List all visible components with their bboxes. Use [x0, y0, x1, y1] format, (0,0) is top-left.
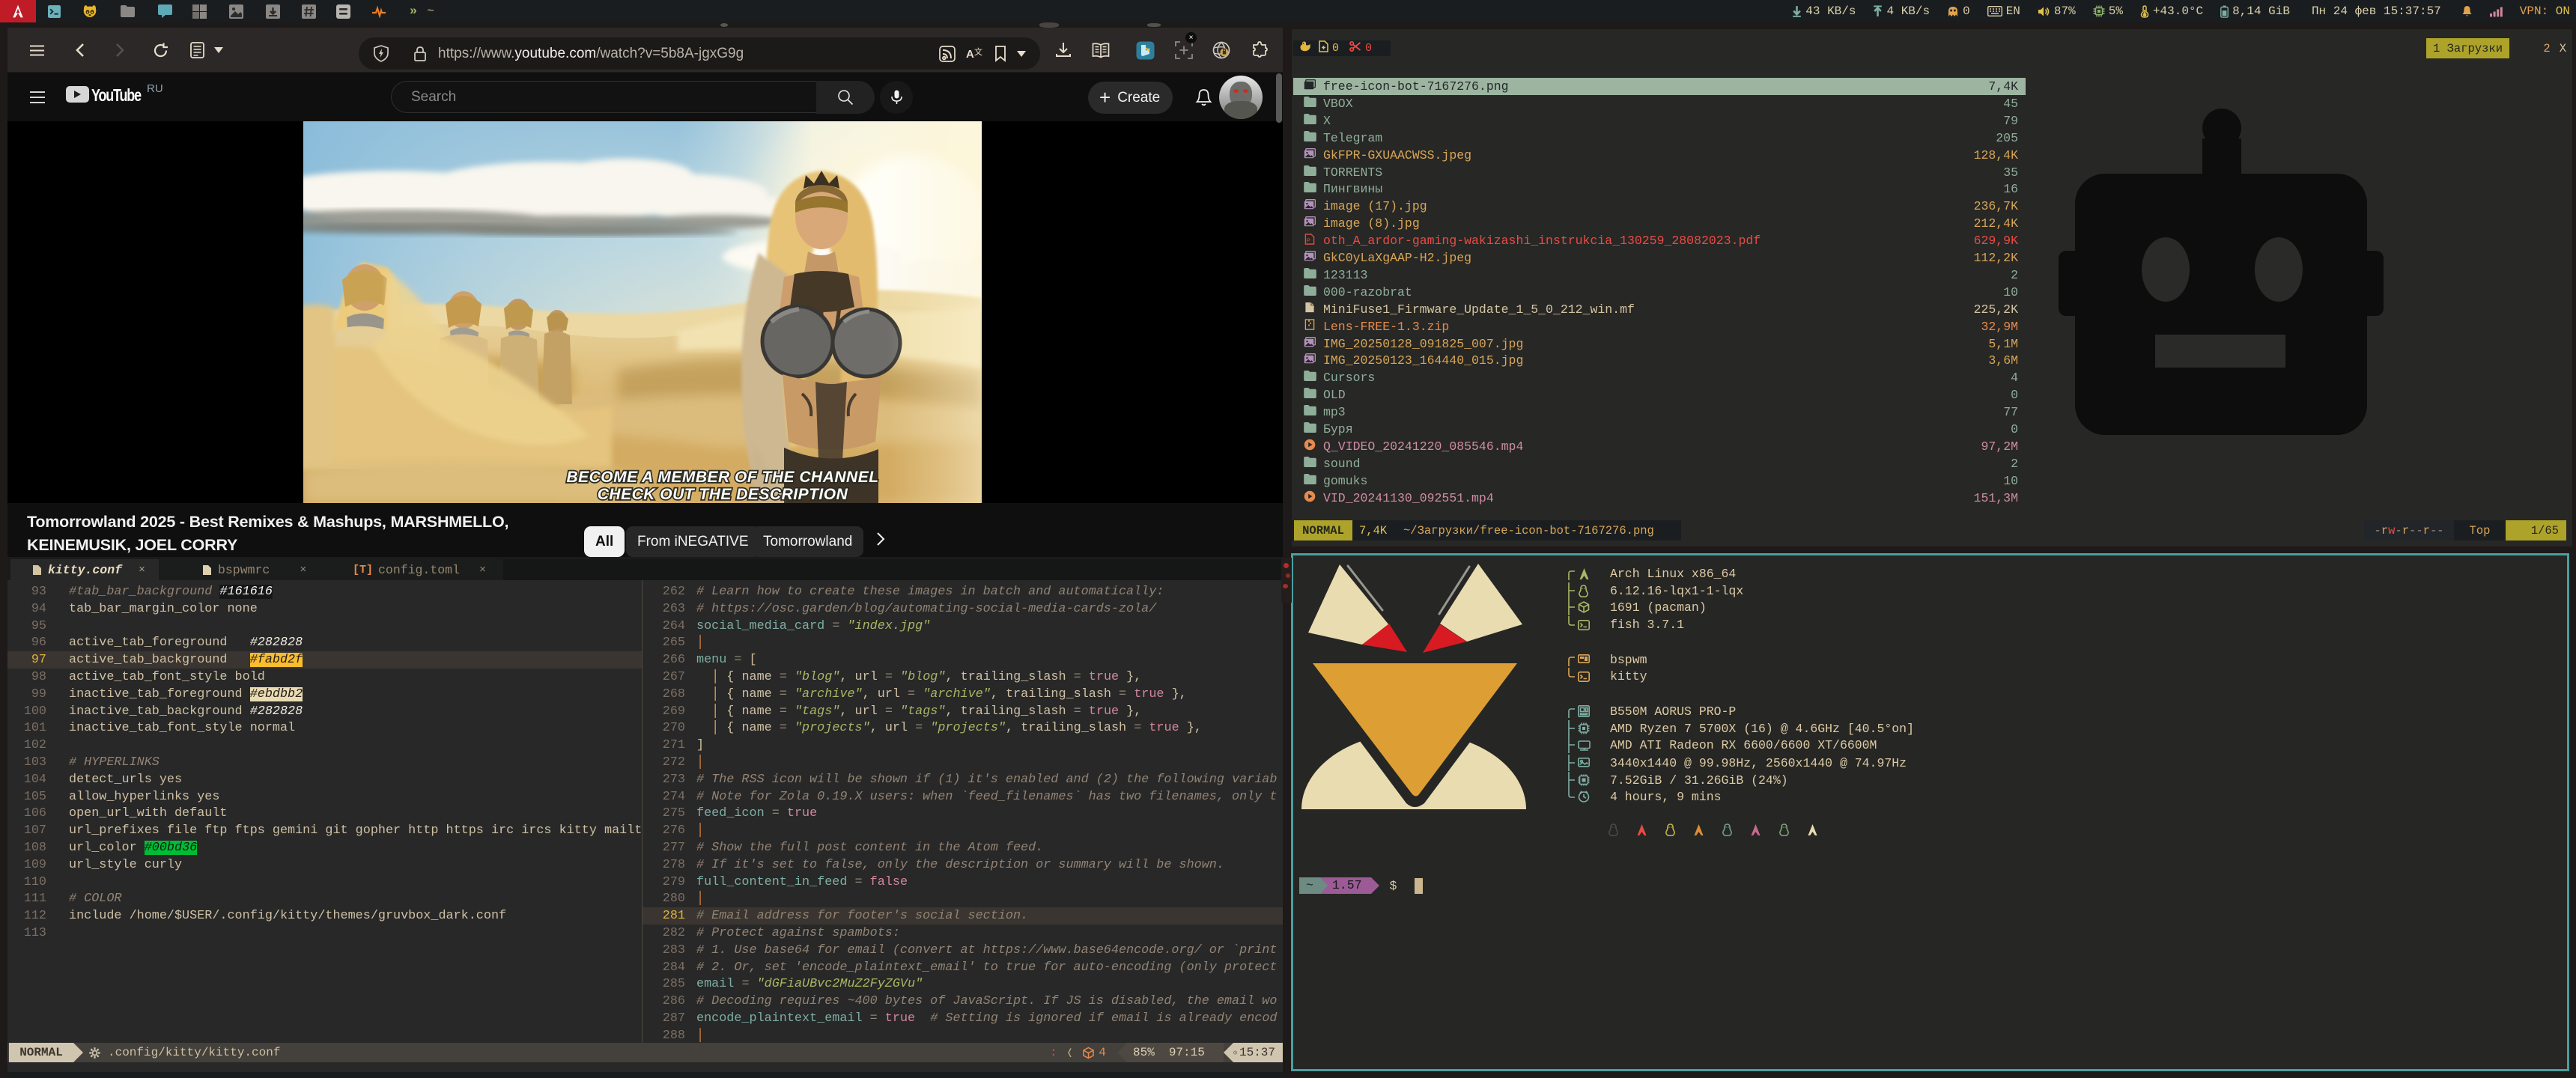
svg-text:CHECK OUT THE DESCRIPTION: CHECK OUT THE DESCRIPTION	[598, 486, 848, 503]
svg-text:P: P	[1307, 237, 1310, 243]
svg-text:A: A	[966, 48, 974, 61]
svg-text:BECOME A MEMBER OF THE CHANNEL: BECOME A MEMBER OF THE CHANNEL	[566, 469, 878, 486]
svg-text:文: 文	[974, 46, 982, 57]
